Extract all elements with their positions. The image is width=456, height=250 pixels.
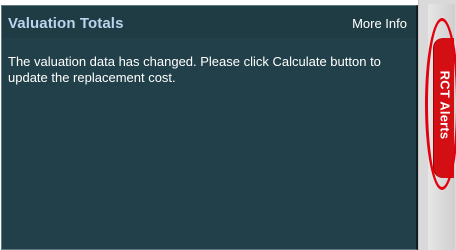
rct-alerts-label: RCT Alerts bbox=[437, 70, 453, 140]
valuation-message: The valuation data has changed. Please c… bbox=[8, 54, 381, 85]
panel-title: Valuation Totals bbox=[8, 15, 124, 32]
panel-header: Valuation Totals More Info bbox=[2, 6, 416, 38]
valuation-totals-panel: Valuation Totals More Info The valuation… bbox=[1, 5, 418, 250]
screen: Valuation Totals More Info The valuation… bbox=[0, 0, 456, 250]
more-info-link[interactable]: More Info bbox=[352, 16, 407, 31]
